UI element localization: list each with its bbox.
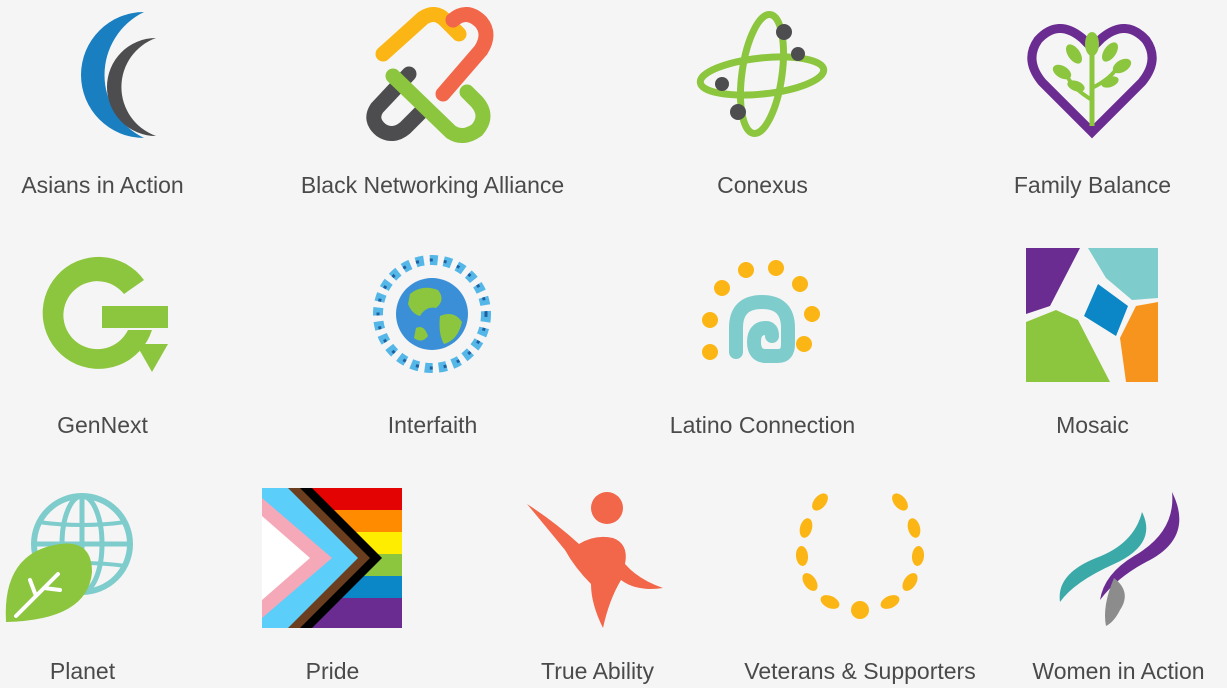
group-gennext: GenNext [0,240,205,450]
group-label: Black Networking Alliance [300,172,565,198]
leaf-globe-icon [5,493,133,622]
group-pride: Pride [230,480,435,688]
ribbon-flame-icon [1059,492,1180,626]
group-veterans-supporters: Veterans & Supporters [720,480,1000,688]
group-true-ability: True Ability [495,480,700,688]
globe-people-icon [373,255,491,373]
jumping-figure-icon [527,492,663,628]
laurel-wreath-icon [795,493,925,619]
group-black-networking-alliance: Black Networking Alliance [265,0,600,210]
group-family-balance: Family Balance [990,0,1195,210]
group-label: Planet [49,658,116,684]
group-label: Women in Action [1032,658,1205,684]
group-women-in-action: Women in Action [1010,480,1227,688]
group-label: GenNext [57,412,148,438]
heart-tree-icon [1027,24,1157,139]
group-label: Family Balance [1013,172,1172,198]
sun-spiral-icon [702,260,820,363]
group-label: Veterans & Supporters [744,658,976,684]
group-label: Asians in Action [21,172,184,198]
group-label: Conexus [717,172,808,198]
group-latino-connection: Latino Connection [640,240,885,450]
group-label: Pride [305,658,360,684]
group-label: True Ability [541,658,654,684]
group-label: Latino Connection [669,412,856,438]
group-planet: Planet [0,480,165,688]
group-asians-in-action: Asians in Action [0,0,205,210]
group-label: Interfaith [387,412,478,438]
group-conexus: Conexus [660,0,865,210]
progress-flag-icon [262,488,402,628]
group-label: Mosaic [1056,412,1129,438]
g-arrow-icon [42,256,168,372]
mosaic-tiles-icon [1026,248,1158,382]
interlocked-links-icon [366,7,494,143]
orbit-icon [696,11,828,137]
group-interfaith: Interfaith [330,240,535,450]
group-mosaic: Mosaic [990,240,1195,450]
crescent-moons-icon [81,12,162,138]
